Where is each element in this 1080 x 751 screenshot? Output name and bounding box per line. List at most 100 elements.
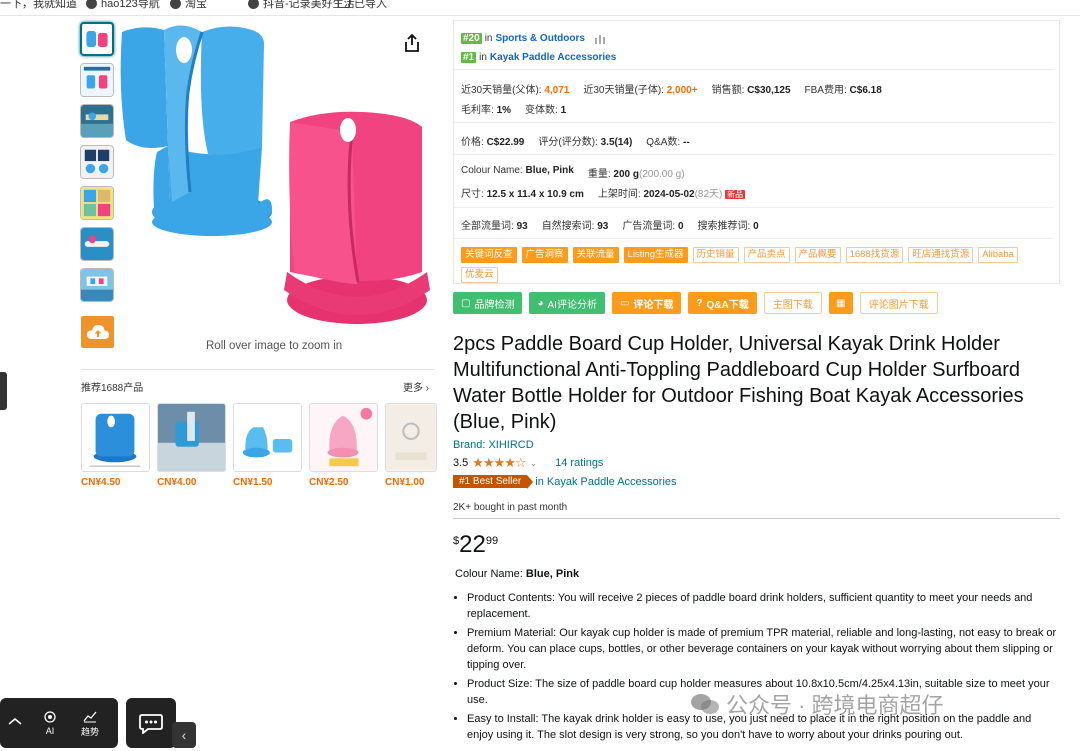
stat-value: 0 — [753, 221, 759, 232]
bookmark-label: 一下，我就知道 — [0, 0, 77, 10]
star-rating-icon[interactable]: ★★★★☆ — [472, 455, 526, 471]
square-icon: ▢ — [461, 297, 471, 309]
thumbnail[interactable] — [80, 104, 114, 138]
stat-label: 价格: — [461, 137, 484, 148]
stat-value: 3.5(14) — [600, 137, 633, 148]
menu-button[interactable] — [0, 715, 30, 731]
rank-badge: #1 — [461, 52, 477, 63]
rank-category-link[interactable]: Sports & Outdoors — [495, 33, 584, 44]
main-image-download-button[interactable]: 主图下载 — [763, 292, 822, 314]
brand-check-button[interactable]: ▢ 品牌检测 — [453, 292, 523, 314]
chevron-right-icon: › — [425, 383, 430, 394]
tag-youmaiyun[interactable]: 优麦云 — [461, 267, 498, 283]
best-seller-badge[interactable]: #1 Best Seller — [453, 475, 534, 489]
stat-label: Colour Name: — [461, 165, 523, 176]
brand-link[interactable]: Brand: XIHIRCD — [453, 439, 534, 451]
chat-button[interactable] — [126, 698, 176, 748]
stat-value: 0 — [677, 221, 684, 232]
thumbnail[interactable] — [80, 227, 114, 261]
rank-badge: #20 — [461, 33, 482, 44]
recommend-item[interactable]: CN¥4.00 — [157, 403, 226, 488]
divider — [454, 207, 1054, 208]
thumbnail[interactable] — [80, 186, 114, 220]
recommend-item[interactable]: CN¥2.50 — [309, 403, 378, 488]
tool-tags: 关键词反查 广告洞察 关联流量 Listing生成器 历史销量 产品卖点 产品概… — [461, 247, 1051, 283]
tag-1688-source[interactable]: 1688找货源 — [845, 247, 904, 263]
tag-related-traffic[interactable]: 关联流量 — [572, 247, 619, 263]
tag-history-sales[interactable]: 历史销量 — [692, 247, 739, 263]
bookmark-item[interactable]: 一下，我就知道 — [0, 0, 77, 11]
recommend-image — [233, 403, 302, 472]
recommend-item[interactable]: CN¥4.50 — [81, 403, 150, 488]
best-seller-category-link[interactable]: in Kayak Paddle Accessories — [535, 476, 676, 488]
calculator-button[interactable]: ▦ — [828, 292, 853, 314]
stat-label: 搜索推荐词: — [697, 221, 751, 232]
price-row: 价格: C$22.99 评分(评分数): 3.5(14) Q&A数: -- — [461, 133, 690, 148]
side-drawer-handle[interactable] — [0, 372, 7, 410]
tag-listing-generator[interactable]: Listing生成器 — [623, 247, 688, 263]
stat-value: C$22.99 — [486, 137, 525, 148]
ai-sparkle-icon — [44, 711, 56, 723]
wechat-icon — [691, 694, 719, 714]
ratings-count-link[interactable]: 14 ratings — [555, 457, 603, 469]
divider — [454, 69, 1054, 70]
trend-button[interactable]: 趋势 — [70, 709, 110, 738]
recommend-price: CN¥1.00 — [385, 477, 425, 488]
recommend-price: CN¥4.50 — [81, 477, 121, 488]
rank-category-link[interactable]: Kayak Paddle Accessories — [490, 52, 616, 63]
ai-review-button[interactable]: ◕ AI评论分析 — [529, 292, 605, 314]
thumbnail[interactable] — [80, 145, 114, 179]
thumbnail[interactable] — [80, 268, 114, 302]
rating-value: 3.5 — [453, 457, 469, 469]
recommend-item[interactable]: CN¥1.50 — [233, 403, 302, 488]
calculator-icon: ▦ — [836, 297, 846, 309]
bookmark-item[interactable]: 已导入 — [338, 0, 387, 11]
product-title: 2pcs Paddle Board Cup Holder, Universal … — [453, 333, 1024, 433]
colour-label: Colour Name: — [455, 568, 523, 580]
stat-label: 评分(评分数): — [538, 137, 598, 148]
review-download-button[interactable]: ▭ 评论下载 — [611, 292, 682, 314]
stat-label: 广告流量词: — [622, 221, 676, 232]
action-buttons: ▢ 品牌检测 ◕ AI评论分析 ▭ 评论下载 ? Q&A下载 主图下载 ▦ 评论图片下载 — [453, 292, 938, 314]
collapse-button[interactable]: ‹ — [172, 722, 196, 748]
bookmark-item[interactable]: hao123导航 — [86, 0, 160, 11]
tag-ad-insight[interactable]: 广告洞察 — [521, 247, 568, 263]
bookmark-item[interactable]: 淘宝 — [170, 0, 207, 11]
pie-chart-icon: ◕ — [537, 297, 544, 309]
upload-image-button[interactable] — [81, 316, 114, 348]
ai-button[interactable]: AI — [30, 710, 70, 736]
stat-value: 4,071 — [544, 85, 570, 96]
recommend-item[interactable]: CN¥1.00 — [385, 403, 437, 488]
divider — [453, 518, 1060, 519]
stat-label: 全部流量词: — [461, 221, 514, 232]
tag-wangdiantong-source[interactable]: 旺店通找货源 — [908, 247, 974, 263]
stat-value: 200 g — [613, 169, 639, 180]
ai-label: AI — [45, 726, 55, 736]
colour-name: Colour Name: Blue, Pink — [455, 568, 579, 580]
tag-selling-points[interactable]: 产品卖点 — [743, 247, 790, 263]
bar-chart-icon[interactable] — [594, 34, 606, 44]
button-label: 评论图片下载 — [868, 299, 929, 311]
chat-bubble-icon — [139, 714, 163, 734]
watermark-text: 公众号 · 跨境电商超仔 — [726, 693, 944, 718]
main-product-image[interactable] — [112, 22, 442, 342]
recommend-image — [309, 403, 378, 472]
review-image-download-button[interactable]: 评论图片下载 — [859, 292, 938, 314]
cloud-upload-icon — [86, 325, 109, 339]
qa-download-button[interactable]: ? Q&A下载 — [688, 292, 757, 314]
recommend-more-link[interactable]: 更多 › — [403, 379, 429, 394]
stat-label: 近30天销量(父体): — [461, 85, 542, 96]
share-icon[interactable] — [403, 33, 421, 53]
thumbnail[interactable] — [80, 22, 114, 56]
feature-bullet: Product Contents: You will receive 2 pie… — [467, 590, 1059, 622]
size-row: 尺寸: 12.5 x 11.4 x 10.9 cm 上架时间: 2024-05-… — [461, 185, 746, 200]
recommend-price: CN¥4.00 — [157, 477, 197, 488]
question-icon: ? — [696, 297, 703, 309]
tag-alibaba[interactable]: Alibaba — [978, 247, 1018, 263]
price-whole: 22 — [459, 531, 486, 558]
tag-product-summary[interactable]: 产品概要 — [794, 247, 841, 263]
chevron-down-icon[interactable]: ⌄ — [530, 458, 538, 469]
divider — [454, 154, 1054, 155]
thumbnail[interactable] — [80, 63, 114, 97]
tag-keyword-reverse[interactable]: 关键词反查 — [461, 247, 517, 263]
